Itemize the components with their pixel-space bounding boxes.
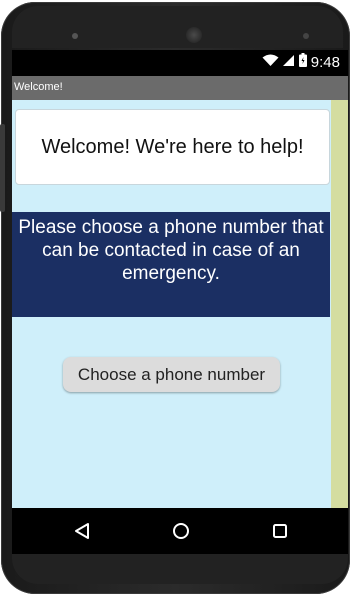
status-bar: 9:48: [12, 50, 348, 76]
info-text: Please choose a phone number that can be…: [18, 217, 324, 284]
app-title: Welcome!: [14, 81, 63, 93]
info-panel: Please choose a phone number that can be…: [12, 212, 330, 317]
choose-phone-number-button[interactable]: Choose a phone number: [63, 357, 280, 392]
right-side-strip: [331, 100, 348, 508]
battery-icon: [298, 53, 307, 71]
sensor-dot: [303, 33, 309, 39]
recent-apps-icon[interactable]: [268, 519, 292, 543]
back-icon[interactable]: [70, 519, 94, 543]
app-title-bar: Welcome!: [12, 76, 348, 100]
side-button: [0, 124, 5, 212]
app-screen: Welcome! We're here to help! Please choo…: [12, 100, 348, 508]
welcome-text: Welcome! We're here to help!: [41, 135, 304, 158]
wifi-icon: [262, 54, 279, 71]
sensor-dot: [72, 33, 78, 39]
status-time: 9:48: [310, 53, 340, 71]
phone-device: 9:48 Welcome! Welcome! We're here to hel…: [0, 0, 355, 596]
bottom-bezel: [12, 554, 348, 584]
home-icon[interactable]: [169, 519, 193, 543]
welcome-card: Welcome! We're here to help!: [15, 109, 330, 185]
top-bezel: [12, 6, 343, 48]
status-icons: 9:48: [262, 53, 340, 71]
navigation-bar: [12, 508, 348, 554]
front-camera: [186, 27, 202, 43]
signal-icon: [282, 54, 295, 71]
